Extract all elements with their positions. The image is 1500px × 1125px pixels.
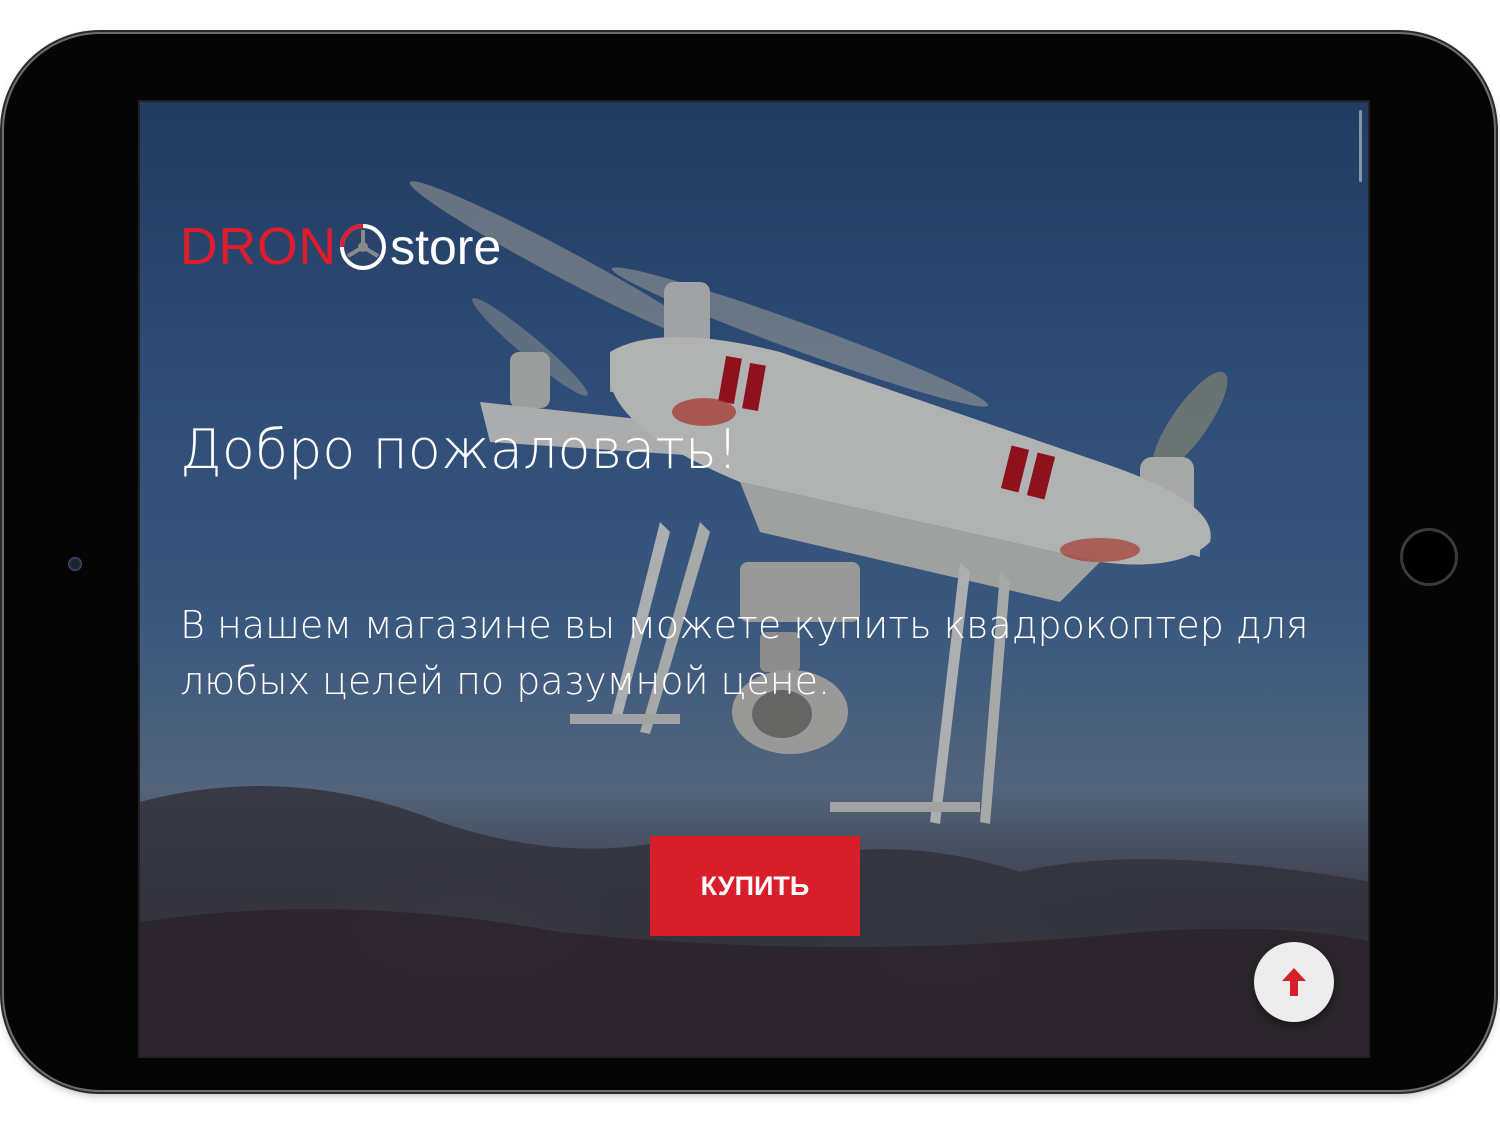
logo-text-dron: DRON — [180, 218, 338, 276]
tablet-screen: DRON store Добро пожаловать! В нашем маг… — [138, 100, 1370, 1058]
tablet-device: DRON store Добро пожаловать! В нашем маг… — [4, 34, 1494, 1090]
hero-heading: Добро пожаловать! — [180, 418, 739, 481]
home-button[interactable] — [1400, 528, 1458, 586]
logo[interactable]: DRON store — [180, 214, 501, 280]
scrollbar[interactable] — [1359, 110, 1362, 182]
logo-text-store: store — [390, 219, 502, 275]
hero-description: В нашем магазине вы можете купить квадро… — [180, 603, 1309, 703]
buy-button[interactable]: КУПИТЬ — [650, 836, 860, 936]
scroll-top-button[interactable] — [1254, 942, 1334, 1022]
drone-rotor-icon — [340, 224, 387, 270]
front-camera — [68, 557, 82, 571]
arrow-up-icon — [1282, 968, 1306, 996]
